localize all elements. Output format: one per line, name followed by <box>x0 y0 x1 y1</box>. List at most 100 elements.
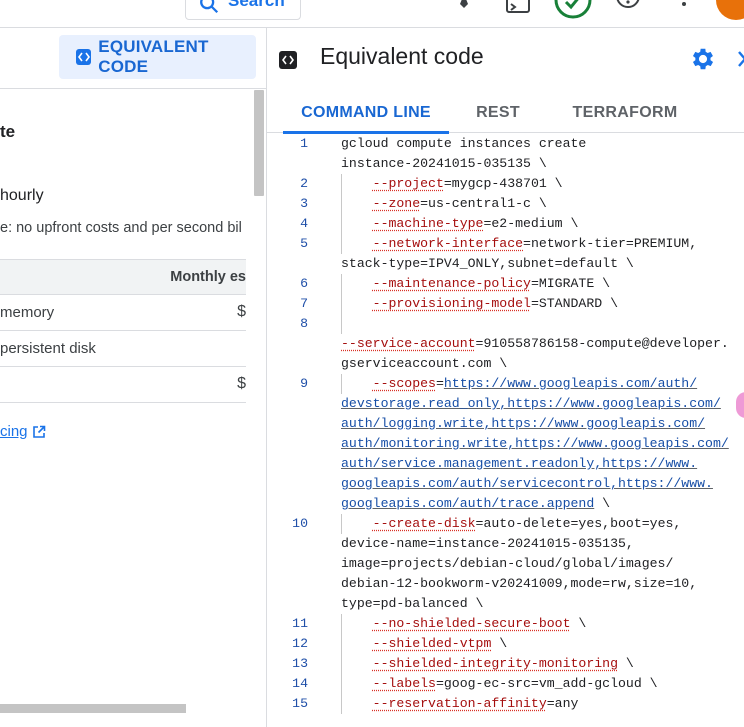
code-line: 8 <box>267 314 744 334</box>
code-flag: --network-interface <box>372 236 524 251</box>
code-flag: --service-account <box>341 336 476 351</box>
equivalent-code-panel: Equivalent code COMMAND LINE REST TERRAF… <box>267 28 744 727</box>
code-line: 3 --zone=us-central1-c \ <box>267 194 744 214</box>
code-line: image=projects/debian-cloud/global/image… <box>267 554 744 574</box>
line-number: 10 <box>292 516 308 531</box>
code-line: googleapis.com/auth/trace.append \ <box>267 494 744 514</box>
search-button[interactable]: Search <box>185 0 301 20</box>
gear-icon[interactable] <box>689 45 717 73</box>
line-number: 6 <box>300 276 308 291</box>
status-check-icon[interactable] <box>553 0 593 20</box>
code-text: --no-shielded-secure-boot \ <box>372 616 587 631</box>
code-line: 4 --machine-type=e2-medium \ <box>267 214 744 234</box>
code-flag: --shielded-vtpm <box>372 636 492 651</box>
indent-guide <box>341 374 342 394</box>
code-url: auth/service.management.readonly,https:/… <box>341 456 698 471</box>
equivalent-code-label: EQUIVALENT CODE <box>98 37 209 76</box>
section-title: te <box>0 122 16 141</box>
indent-guide <box>341 214 342 234</box>
line-number: 12 <box>292 636 308 651</box>
line-number: 13 <box>292 656 308 671</box>
close-icon[interactable] <box>737 46 744 72</box>
help-icon[interactable] <box>614 0 642 20</box>
line-number: 1 <box>300 136 308 151</box>
code-text: type=pd-balanced \ <box>341 596 484 611</box>
code-line: 9 --scopes=https://www.googleapis.com/au… <box>267 374 744 394</box>
code-url: https://www.googleapis.com/auth/ <box>443 376 698 391</box>
indent-guide <box>341 634 342 654</box>
code-line: 12 --shielded-vtpm \ <box>267 634 744 654</box>
vertical-scrollbar[interactable] <box>254 90 264 196</box>
tips-icon[interactable] <box>450 0 478 20</box>
indent-guide <box>341 694 342 714</box>
code-text: --provisioning-model=STANDARD \ <box>372 296 618 311</box>
table-row: $ <box>0 367 246 403</box>
line-number: 7 <box>300 296 308 311</box>
code-text: auth/logging.write,https://www.googleapi… <box>341 416 705 431</box>
code-line: devstorage.read_only,https://www.googlea… <box>267 394 744 414</box>
code-line: 6 --maintenance-policy=MIGRATE \ <box>267 274 744 294</box>
code-url: googleapis.com/auth/trace.append <box>341 496 595 511</box>
code-text: --shielded-integrity-monitoring \ <box>372 656 634 671</box>
code-flag: --reservation-affinity <box>372 696 547 711</box>
code-line: auth/logging.write,https://www.googleapi… <box>267 414 744 434</box>
more-vert-icon[interactable] <box>670 0 698 20</box>
indent-guide <box>341 674 342 694</box>
tab-command-line[interactable]: COMMAND LINE <box>283 92 449 134</box>
code-line: instance-20241015-035135 \ <box>267 154 744 174</box>
row-value: $ <box>237 303 246 320</box>
avatar[interactable] <box>716 0 744 20</box>
pricing-link-label: cing <box>0 423 28 440</box>
equivalent-code-button[interactable]: EQUIVALENT CODE <box>59 35 256 79</box>
code-flag: --project <box>372 176 444 191</box>
code-text: --service-account=910558786158-compute@d… <box>341 336 729 351</box>
code-text: image=projects/debian-cloud/global/image… <box>341 556 674 571</box>
code-text: auth/service.management.readonly,https:/… <box>341 456 697 471</box>
line-number: 2 <box>300 176 308 191</box>
indent-guide <box>341 194 342 214</box>
code-text: device-name=instance-20241015-035135, <box>341 536 634 551</box>
code-line: debian-12-bookworm-v20241009,mode=rw,siz… <box>267 574 744 594</box>
code-url: auth/logging.write,https://www.googleapi… <box>341 416 706 431</box>
tab-terraform[interactable]: TERRAFORM <box>547 92 703 133</box>
cost-table-header: Monthly es <box>0 259 246 295</box>
indent-guide <box>341 514 342 534</box>
line-number: 5 <box>300 236 308 251</box>
code-line: googleapis.com/auth/servicecontrol,https… <box>267 474 744 494</box>
code-line: 14 --labels=goog-ec-src=vm_add-gcloud \ <box>267 674 744 694</box>
floating-button[interactable] <box>736 392 744 418</box>
left-panel: EQUIVALENT CODE te hourly e: no upfront … <box>0 28 266 727</box>
row-label: persistent disk <box>0 340 96 357</box>
code-line: --service-account=910558786158-compute@d… <box>267 334 744 354</box>
horizontal-scrollbar[interactable] <box>0 704 186 713</box>
pricing-link[interactable]: cing <box>0 423 46 440</box>
table-row: memory $ <box>0 295 246 331</box>
line-number: 15 <box>292 696 308 711</box>
code-text: --maintenance-policy=MIGRATE \ <box>372 276 611 291</box>
code-text: --project=mygcp-438701 \ <box>372 176 563 191</box>
code-text: gcloud compute instances create <box>341 136 587 151</box>
code-flag: --zone <box>372 196 421 211</box>
divider <box>0 88 266 89</box>
tab-rest[interactable]: REST <box>457 92 539 133</box>
code-text: stack-type=IPV4_ONLY,subnet=default \ <box>341 256 634 271</box>
code-icon <box>76 49 92 65</box>
code-block[interactable]: 1 gcloud compute instances create instance… <box>267 134 744 714</box>
indent-guide <box>341 314 342 334</box>
code-text: --network-interface=network-tier=PREMIUM… <box>372 236 698 251</box>
line-number: 4 <box>300 216 308 231</box>
line-number: 9 <box>300 376 308 391</box>
code-url: devstorage.read_only,https://www.googlea… <box>341 396 721 411</box>
code-line: auth/service.management.readonly,https:/… <box>267 454 744 474</box>
search-icon <box>200 0 219 14</box>
code-text: --create-disk=auto-delete=yes,boot=yes, <box>372 516 682 531</box>
monthly-estimate-header: Monthly es <box>170 269 246 285</box>
code-line: 7 --provisioning-model=STANDARD \ <box>267 294 744 314</box>
indent-guide <box>341 654 342 674</box>
terminal-icon[interactable] <box>504 0 532 20</box>
code-text: gserviceaccount.com \ <box>341 356 508 371</box>
panel-title: Equivalent code <box>320 43 484 69</box>
top-bar: Search <box>0 0 744 28</box>
code-line: auth/monitoring.write,https://www.google… <box>267 434 744 454</box>
